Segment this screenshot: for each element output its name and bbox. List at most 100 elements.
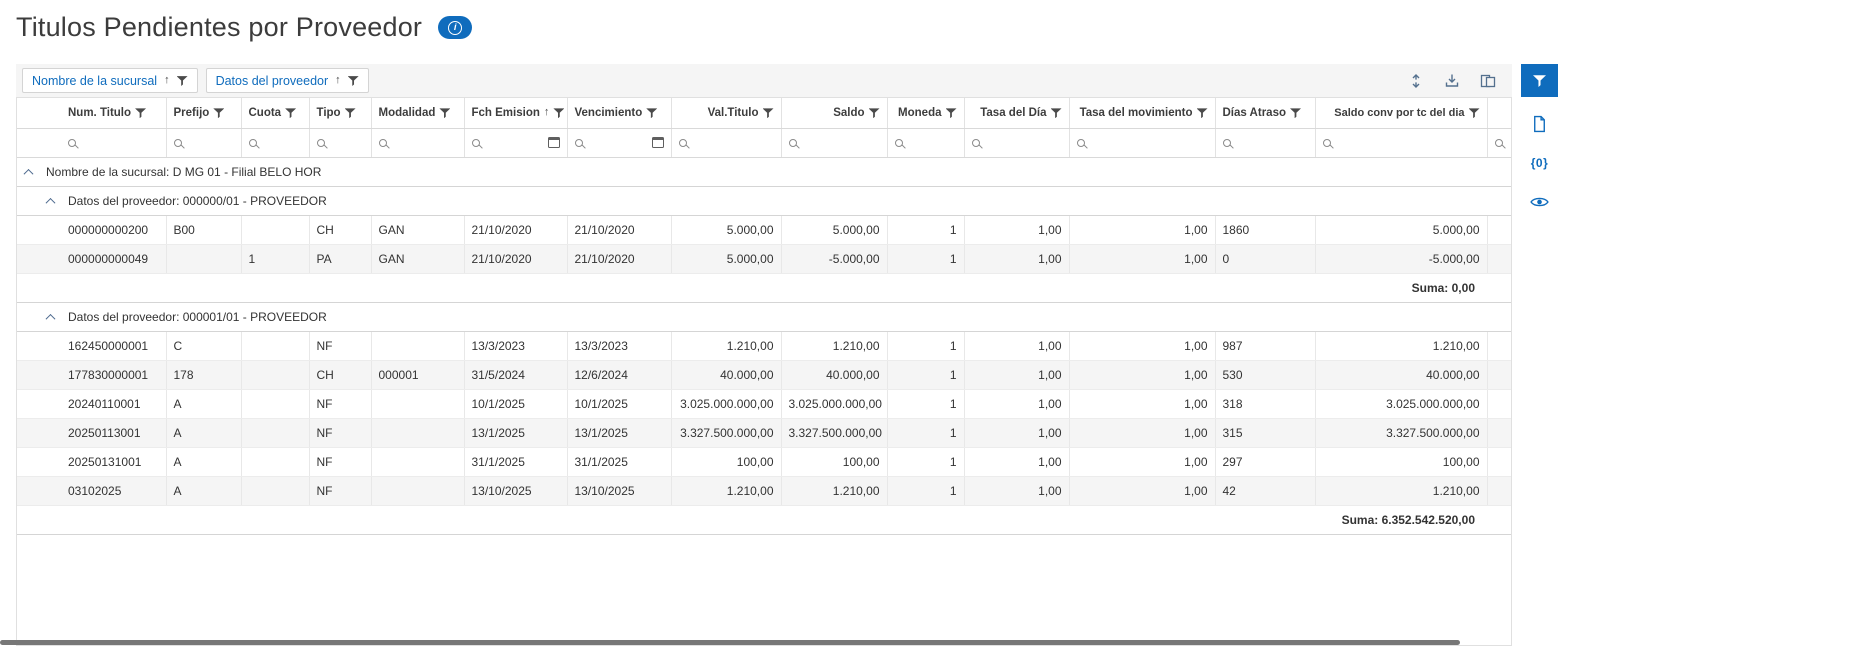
column-header-saldo-conv[interactable]: Saldo conv por tc del dia xyxy=(1315,98,1487,128)
filter-cell-val-titulo[interactable] xyxy=(671,128,781,157)
data-cell: NF xyxy=(309,389,371,418)
filter-panel-button[interactable] xyxy=(1521,64,1558,97)
header-filter-icon[interactable] xyxy=(213,107,224,118)
calendar-icon[interactable] xyxy=(652,137,664,148)
column-header-saldo[interactable]: Saldo xyxy=(781,98,887,128)
export-button[interactable] xyxy=(1440,69,1464,93)
header-filter-icon[interactable] xyxy=(1469,107,1480,118)
horizontal-scrollbar-thumb[interactable] xyxy=(0,640,1460,645)
data-cell: 5.000,00 xyxy=(1315,215,1487,244)
filter-cell-tasa-del-movimiento[interactable] xyxy=(1069,128,1215,157)
document-panel-button[interactable] xyxy=(1531,112,1548,136)
column-header-tasa-del-movimiento[interactable]: Tasa del movimiento xyxy=(1069,98,1215,128)
header-filter-icon[interactable] xyxy=(946,107,957,118)
column-header-vencimiento[interactable]: Vencimiento xyxy=(567,98,671,128)
parameters-panel-button[interactable]: {0} xyxy=(1531,151,1549,175)
header-filter-icon[interactable] xyxy=(439,107,450,118)
header-filter-icon[interactable] xyxy=(1290,107,1301,118)
filter-cell-cuota[interactable] xyxy=(241,128,309,157)
collapse-group-button[interactable] xyxy=(39,186,61,215)
table-row[interactable]: 000000000200 B00 CH GAN 21/10/2020 21/10… xyxy=(17,215,1512,244)
data-cell: NF xyxy=(309,331,371,360)
data-cell xyxy=(241,331,309,360)
table-row[interactable]: 20250131001 A NF 31/1/2025 31/1/2025 100… xyxy=(17,447,1512,476)
data-cell: 1,00 xyxy=(964,476,1069,505)
data-cell xyxy=(241,447,309,476)
column-header-modalidad[interactable]: Modalidad xyxy=(371,98,464,128)
column-header-fch-emision[interactable]: Fch Emision↑ xyxy=(464,98,567,128)
column-header-prefijo[interactable]: Prefijo xyxy=(166,98,241,128)
table-row[interactable]: 03102025 A NF 13/10/2025 13/10/2025 1.21… xyxy=(17,476,1512,505)
filter-cell-modalidad[interactable] xyxy=(371,128,464,157)
data-cell xyxy=(241,476,309,505)
data-cell: 1 xyxy=(241,244,309,273)
filter-cell-moneda[interactable] xyxy=(887,128,964,157)
filter-cell-filler[interactable] xyxy=(1487,128,1512,157)
group-expand-column xyxy=(39,476,61,505)
data-cell: 20250131001 xyxy=(61,447,166,476)
header-filter-icon[interactable] xyxy=(135,107,146,118)
column-chooser-button[interactable] xyxy=(1476,69,1500,93)
data-cell: 1,00 xyxy=(1069,389,1215,418)
filter-icon[interactable] xyxy=(348,75,359,86)
search-icon xyxy=(972,139,980,147)
data-cell: 1.210,00 xyxy=(781,331,887,360)
info-button[interactable]: i xyxy=(438,16,472,39)
filter-icon xyxy=(1533,74,1546,87)
column-caption: Tasa del Día xyxy=(980,107,1046,119)
header-filter-icon[interactable] xyxy=(869,107,880,118)
filter-icon[interactable] xyxy=(177,75,188,86)
data-cell: 100,00 xyxy=(1315,447,1487,476)
column-header-tipo[interactable]: Tipo xyxy=(309,98,371,128)
column-header-moneda[interactable]: Moneda xyxy=(887,98,964,128)
expand-collapse-groups-button[interactable] xyxy=(1404,69,1428,93)
column-header-tasa-del-dia[interactable]: Tasa del Día xyxy=(964,98,1069,128)
data-cell xyxy=(371,447,464,476)
header-filter-icon[interactable] xyxy=(646,107,657,118)
header-filter-icon[interactable] xyxy=(1051,107,1062,118)
column-header-dias-atraso[interactable]: Días Atraso xyxy=(1215,98,1315,128)
filter-cell-vencimiento[interactable] xyxy=(567,128,671,157)
data-cell: 13/1/2025 xyxy=(567,418,671,447)
filter-cell-saldo[interactable] xyxy=(781,128,887,157)
chevron-up-icon xyxy=(45,313,55,323)
group-chip-proveedor[interactable]: Datos del proveedor ↑ xyxy=(206,68,369,93)
data-cell: 13/3/2023 xyxy=(567,331,671,360)
collapse-group-button[interactable] xyxy=(39,302,61,331)
filter-cell-prefijo[interactable] xyxy=(166,128,241,157)
data-cell: 1 xyxy=(887,447,964,476)
filter-cell-num-titulo[interactable] xyxy=(61,128,166,157)
column-caption: Val.Titulo xyxy=(708,107,759,119)
group-expand-column xyxy=(17,128,39,157)
filter-cell-dias-atraso[interactable] xyxy=(1215,128,1315,157)
filter-cell-fch-emision[interactable] xyxy=(464,128,567,157)
table-row[interactable]: 000000000049 1 PA GAN 21/10/2020 21/10/2… xyxy=(17,244,1512,273)
data-cell: 1,00 xyxy=(1069,331,1215,360)
data-cell: 1,00 xyxy=(964,389,1069,418)
table-row[interactable]: 20240110001 A NF 10/1/2025 10/1/2025 3.0… xyxy=(17,389,1512,418)
table-row[interactable]: 162450000001 C NF 13/3/2023 13/3/2023 1.… xyxy=(17,331,1512,360)
data-cell: A xyxy=(166,447,241,476)
filter-cell-tasa-del-dia[interactable] xyxy=(964,128,1069,157)
filter-cell-tipo[interactable] xyxy=(309,128,371,157)
column-header-cuota[interactable]: Cuota xyxy=(241,98,309,128)
calendar-icon[interactable] xyxy=(548,137,560,148)
group-chip-sucursal[interactable]: Nombre de la sucursal ↑ xyxy=(22,68,198,93)
header-filter-icon[interactable] xyxy=(1197,107,1208,118)
collapse-group-button[interactable] xyxy=(17,157,39,186)
data-cell: 000001 xyxy=(371,360,464,389)
chevron-up-icon xyxy=(45,197,55,207)
header-filter-icon[interactable] xyxy=(553,107,564,118)
data-cell: A xyxy=(166,476,241,505)
filter-cell-saldo-conv[interactable] xyxy=(1315,128,1487,157)
column-header-num-titulo[interactable]: Num. Titulo xyxy=(61,98,166,128)
header-filter-icon[interactable] xyxy=(345,107,356,118)
preview-panel-button[interactable] xyxy=(1530,190,1549,214)
header-filter-icon[interactable] xyxy=(285,107,296,118)
column-header-val-titulo[interactable]: Val.Titulo xyxy=(671,98,781,128)
data-cell: 1,00 xyxy=(1069,244,1215,273)
table-row[interactable]: 177830000001 178 CH 000001 31/5/2024 12/… xyxy=(17,360,1512,389)
header-filter-icon[interactable] xyxy=(763,107,774,118)
table-row[interactable]: 20250113001 A NF 13/1/2025 13/1/2025 3.3… xyxy=(17,418,1512,447)
group-expand-column xyxy=(39,244,61,273)
